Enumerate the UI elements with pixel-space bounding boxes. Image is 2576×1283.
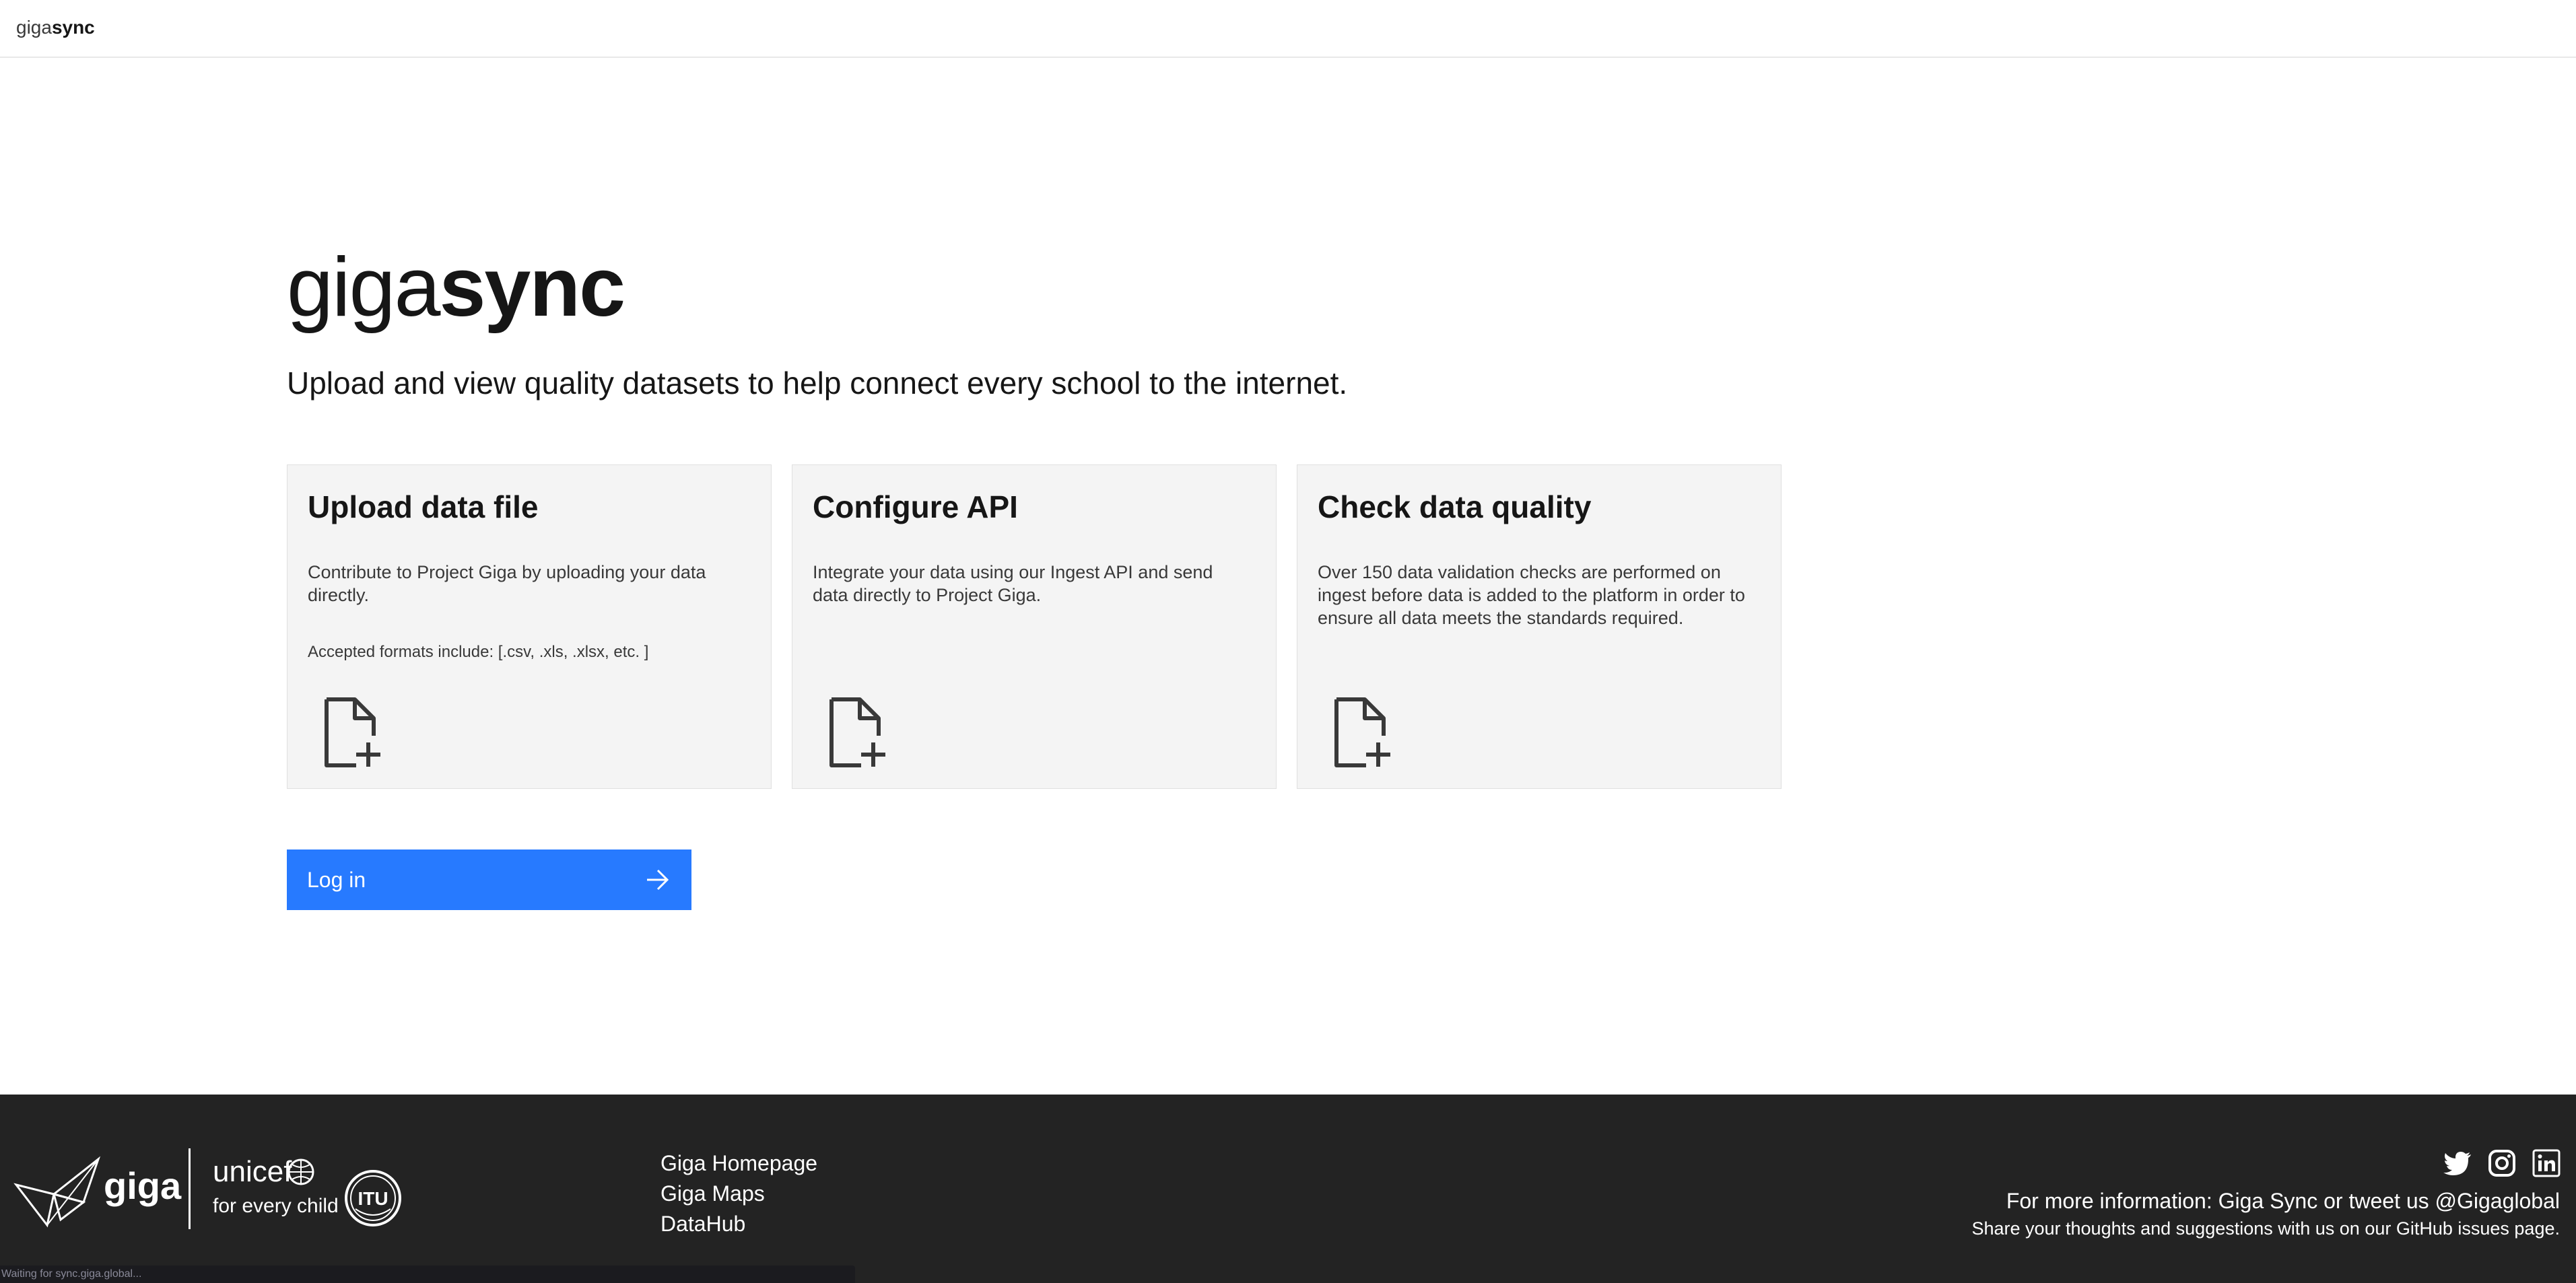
footer-links: Giga Homepage Giga Maps DataHub — [660, 1148, 817, 1239]
itu-logo-icon: ITU — [345, 1170, 401, 1226]
browser-status-bar: Waiting for sync.giga.global... — [0, 1265, 855, 1283]
twitter-icon[interactable] — [2443, 1148, 2472, 1178]
header-logo-light: giga — [16, 17, 52, 38]
page-subtitle: Upload and view quality datasets to help… — [287, 366, 1348, 401]
card-description: Integrate your data using our Ingest API… — [813, 562, 1213, 605]
header-logo-bold: sync — [51, 17, 95, 38]
card-title: Configure API — [813, 489, 1018, 524]
footer-info: For more information: Giga Sync or tweet… — [1971, 1186, 2560, 1241]
linkedin-icon[interactable] — [2532, 1148, 2561, 1178]
login-button[interactable]: Log in — [287, 849, 691, 910]
document-add-icon — [325, 697, 380, 767]
header-logo[interactable]: gigasync — [16, 16, 95, 39]
page-title-bold: sync — [439, 241, 625, 334]
status-text: Waiting for sync.giga.global... — [1, 1268, 142, 1280]
card-upload-data-file: Upload data file Contribute to Project G… — [287, 464, 772, 789]
unicef-logo-text: unicef — [213, 1155, 292, 1188]
footer: giga unicef for every child ITU Giga Hom… — [0, 1095, 2576, 1283]
footer-logos: giga unicef for every child ITU — [13, 1148, 417, 1236]
card-accepted-formats: Accepted formats include: [.csv, .xls, .… — [308, 643, 649, 661]
card-description: Contribute to Project Giga by uploading … — [308, 562, 706, 605]
top-bar: gigasync — [0, 0, 2576, 58]
card-title: Check data quality — [1318, 489, 1592, 524]
arrow-right-icon — [647, 869, 669, 891]
login-button-label: Log in — [307, 868, 366, 892]
page-title-light: giga — [287, 241, 440, 334]
footer-link-giga-maps[interactable]: Giga Maps — [660, 1179, 817, 1209]
card-configure-api: Configure API Integrate your data using … — [792, 464, 1277, 789]
giga-logo-icon — [13, 1156, 101, 1228]
logo-divider — [189, 1148, 191, 1229]
footer-link-giga-homepage[interactable]: Giga Homepage — [660, 1148, 817, 1179]
unicef-globe-icon — [287, 1158, 314, 1185]
page-title: gigasync — [287, 237, 625, 338]
social-links — [2443, 1148, 2561, 1179]
footer-info-feedback[interactable]: Share your thoughts and suggestions with… — [1971, 1216, 2560, 1241]
itu-logo-text: ITU — [358, 1188, 388, 1209]
card-description: Over 150 data validation checks are perf… — [1318, 562, 1745, 628]
document-add-icon — [829, 697, 885, 767]
instagram-icon[interactable] — [2487, 1148, 2517, 1178]
footer-info-contact[interactable]: For more information: Giga Sync or tweet… — [1971, 1186, 2560, 1216]
footer-link-datahub[interactable]: DataHub — [660, 1209, 817, 1239]
card-check-data-quality: Check data quality Over 150 data validat… — [1297, 464, 1782, 789]
card-title: Upload data file — [308, 489, 539, 524]
unicef-tagline: for every child — [213, 1195, 339, 1217]
document-add-icon — [1334, 697, 1390, 767]
giga-logo-text: giga — [104, 1165, 182, 1207]
